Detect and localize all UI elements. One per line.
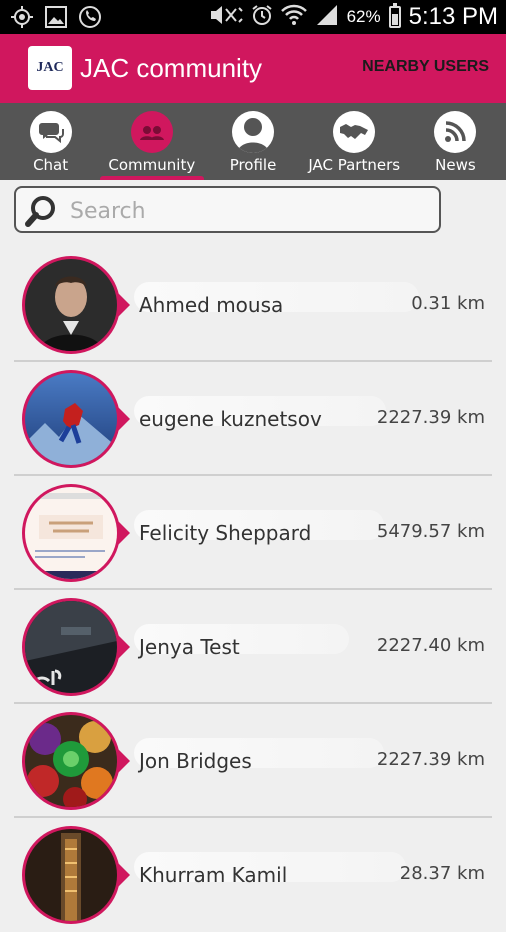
search-box bbox=[14, 186, 441, 233]
avatar bbox=[22, 598, 132, 696]
nearby-users-button[interactable]: NEARBY USERS bbox=[362, 58, 489, 76]
list-item[interactable]: Ahmed mousa 0.31 km bbox=[0, 248, 506, 362]
tab-label: Profile bbox=[229, 156, 277, 174]
alarm-icon bbox=[251, 4, 273, 31]
tab-news[interactable]: News bbox=[405, 103, 506, 180]
handshake-icon bbox=[333, 111, 376, 153]
chat-icon bbox=[29, 111, 72, 153]
tab-label: News bbox=[435, 156, 476, 174]
avatar bbox=[22, 256, 132, 354]
active-tab-indicator bbox=[99, 176, 204, 180]
image-icon bbox=[44, 5, 68, 33]
app-bar: JAC JAC community NEARBY USERS bbox=[0, 34, 506, 103]
user-distance: 0.31 km bbox=[411, 293, 485, 314]
nearby-user-list: Ahmed mousa 0.31 km eugene kuznetsov 222… bbox=[0, 248, 506, 932]
user-distance: 28.37 km bbox=[399, 863, 485, 884]
battery-icon bbox=[388, 3, 401, 28]
user-name: Ahmed mousa bbox=[139, 293, 284, 317]
search-input[interactable] bbox=[68, 194, 432, 228]
tab-community[interactable]: Community bbox=[99, 103, 204, 180]
avatar bbox=[22, 712, 132, 810]
list-item[interactable]: Jon Bridges 2227.39 km bbox=[0, 704, 506, 818]
phone-icon bbox=[78, 5, 102, 33]
user-name: eugene kuznetsov bbox=[139, 407, 322, 431]
logo-text: JAC bbox=[36, 60, 64, 75]
tab-bar: Chat Community Profile JAC Partners News bbox=[0, 103, 506, 180]
avatar bbox=[22, 484, 132, 582]
user-name: Jenya Test bbox=[139, 635, 240, 659]
user-name: Khurram Kamil bbox=[139, 863, 288, 887]
user-distance: 2227.39 km bbox=[376, 407, 485, 428]
tab-profile[interactable]: Profile bbox=[202, 103, 303, 180]
tab-label: Community bbox=[108, 156, 196, 174]
user-name: Felicity Sheppard bbox=[139, 521, 312, 545]
user-name: Jon Bridges bbox=[139, 749, 252, 773]
avatar bbox=[22, 826, 132, 924]
mute-icon bbox=[209, 4, 243, 31]
user-distance: 2227.39 km bbox=[376, 749, 485, 770]
app-logo: JAC bbox=[28, 46, 72, 90]
profile-icon bbox=[232, 111, 274, 153]
community-icon bbox=[130, 111, 173, 153]
status-bar: 62% 5:13 PM bbox=[0, 0, 506, 34]
search-icon bbox=[25, 194, 59, 232]
wifi-icon bbox=[280, 4, 307, 31]
avatar bbox=[22, 370, 132, 468]
signal-icon bbox=[315, 4, 339, 31]
rss-icon bbox=[434, 111, 477, 153]
list-item[interactable]: Felicity Sheppard 5479.57 km bbox=[0, 476, 506, 590]
list-item[interactable]: Khurram Kamil 28.37 km bbox=[0, 818, 506, 932]
user-distance: 2227.40 km bbox=[376, 635, 485, 656]
user-distance: 5479.57 km bbox=[376, 521, 485, 542]
battery-percent: 62% bbox=[346, 7, 381, 26]
clock: 5:13 PM bbox=[408, 3, 498, 30]
list-item[interactable]: eugene kuznetsov 2227.39 km bbox=[0, 362, 506, 476]
list-item[interactable]: Jenya Test 2227.40 km bbox=[0, 590, 506, 704]
gps-icon bbox=[10, 5, 34, 33]
tab-chat[interactable]: Chat bbox=[0, 103, 101, 180]
app-title: JAC community bbox=[80, 53, 263, 83]
tab-jac-partners[interactable]: JAC Partners bbox=[304, 103, 405, 180]
tab-label: Chat bbox=[33, 156, 69, 174]
tab-label: JAC Partners bbox=[308, 156, 401, 174]
